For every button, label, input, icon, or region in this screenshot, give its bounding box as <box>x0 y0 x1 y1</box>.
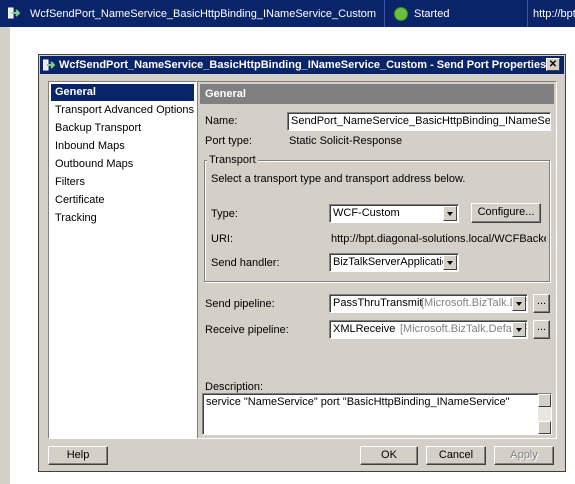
send-handler-label: Send handler: <box>211 257 280 269</box>
send-pipeline-value: PassThruTransmit <box>333 297 423 309</box>
dialog-title: WcfSendPort_NameService_BasicHttpBinding… <box>59 59 547 71</box>
receive-pipeline-select[interactable]: XMLReceive [Microsoft.BizTalk.DefaultPip <box>329 320 528 339</box>
configure-button[interactable]: Configure... <box>471 203 541 223</box>
column-divider <box>384 0 385 27</box>
started-icon <box>394 7 408 21</box>
send-port-icon <box>43 59 55 71</box>
receive-pipeline-label: Receive pipeline: <box>205 324 289 336</box>
receive-pipeline-assembly: [Microsoft.BizTalk.DefaultPip <box>400 323 528 335</box>
receive-pipeline-value: XMLReceive <box>333 323 396 335</box>
port-type-label: Port type: <box>205 135 253 147</box>
cancel-button[interactable]: Cancel <box>426 446 486 465</box>
name-label: Name: <box>205 115 238 127</box>
transport-type-value: WCF-Custom <box>333 207 400 219</box>
chevron-down-icon[interactable] <box>512 296 526 311</box>
apply-button[interactable]: Apply <box>494 446 554 465</box>
description-textarea[interactable]: service "NameService" port "BasicHttpBin… <box>202 393 552 435</box>
send-port-name: WcfSendPort_NameService_BasicHttpBinding… <box>30 8 377 20</box>
transport-type-select[interactable]: WCF-Custom <box>329 204 459 223</box>
send-port-icon <box>8 7 20 19</box>
chevron-down-icon[interactable] <box>443 206 457 221</box>
nav-item-outbound-maps[interactable]: Outbound Maps <box>51 156 194 173</box>
name-input[interactable]: SendPort_NameService_BasicHttpBinding_IN… <box>287 112 551 131</box>
column-divider <box>527 0 528 27</box>
send-pipeline-label: Send pipeline: <box>205 298 275 310</box>
background-panel-edge <box>10 27 13 484</box>
scroll-down-icon[interactable] <box>538 421 551 434</box>
send-port-properties-dialog: WcfSendPort_NameService_BasicHttpBinding… <box>38 54 566 472</box>
nav-item-filters[interactable]: Filters <box>51 174 194 191</box>
ok-button[interactable]: OK <box>360 446 418 465</box>
nav-item-backup-transport[interactable]: Backup Transport <box>51 120 194 137</box>
send-handler-select[interactable]: BizTalkServerApplication <box>329 253 459 272</box>
type-label: Type: <box>211 208 238 220</box>
nav-item-transport-advanced-options[interactable]: Transport Advanced Options <box>51 102 194 119</box>
scroll-up-icon[interactable] <box>538 394 551 407</box>
send-port-list-row[interactable]: WcfSendPort_NameService_BasicHttpBinding… <box>0 0 575 27</box>
transport-group-label: Transport <box>207 154 258 166</box>
port-type-value: Static Solicit-Response <box>289 135 403 147</box>
send-handler-value: BizTalkServerApplication <box>333 256 455 268</box>
receive-pipeline-browse-button[interactable]: ... <box>533 320 550 339</box>
nav-item-tracking[interactable]: Tracking <box>51 210 194 227</box>
description-scrollbar[interactable] <box>538 394 551 434</box>
close-button[interactable]: ✕ <box>546 58 560 71</box>
uri-value: http://bpt.diagonal-solutions.local/WCFB… <box>331 233 546 245</box>
pane-header: General <box>200 84 554 104</box>
nav-item-general[interactable]: General <box>51 84 194 101</box>
send-port-address: http://bpt. <box>533 8 575 20</box>
background-panel <box>0 27 10 484</box>
general-pane: General Name: SendPort_NameService_Basic… <box>197 81 557 439</box>
property-nav: General Transport Advanced Options Backu… <box>48 81 197 439</box>
send-port-status: Started <box>414 8 450 20</box>
description-label: Description: <box>205 381 264 393</box>
chevron-down-icon[interactable] <box>512 322 526 337</box>
transport-instruction: Select a transport type and transport ad… <box>211 173 466 185</box>
send-pipeline-select[interactable]: PassThruTransmit [Microsoft.BizTalk.Defa… <box>329 294 528 313</box>
nav-item-inbound-maps[interactable]: Inbound Maps <box>51 138 194 155</box>
chevron-down-icon[interactable] <box>443 255 457 270</box>
close-icon: ✕ <box>548 59 558 70</box>
nav-item-certificate[interactable]: Certificate <box>51 192 194 209</box>
help-button[interactable]: Help <box>48 446 108 465</box>
send-pipeline-browse-button[interactable]: ... <box>533 294 550 313</box>
description-value: service "NameService" port "BasicHttpBin… <box>206 396 510 408</box>
dialog-title-bar[interactable]: WcfSendPort_NameService_BasicHttpBinding… <box>40 56 564 74</box>
uri-label: URI: <box>211 233 233 245</box>
